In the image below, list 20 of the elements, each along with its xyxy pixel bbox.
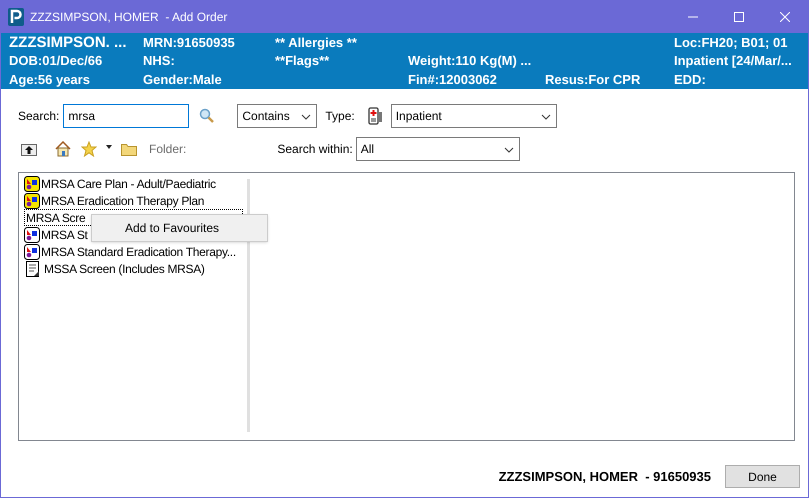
encounter-text: Inpatient [24/Mar/... [674,52,793,70]
window-title: ZZZSIMPSON, HOMER - Add Order [30,8,228,26]
edd-text: EDD: [674,71,707,89]
fin-text: Fin#:12003062 [408,71,498,89]
footer-patient-text: ZZZSIMPSON, HOMER - 91650935 [498,468,711,486]
folder-label: Folder: [149,141,186,158]
type-label: Type: [325,108,355,125]
age-text: Age:56 years [9,71,91,89]
weight-text: Weight:110 Kg(M) ... [408,52,532,70]
nhs-text: NHS: [143,52,176,70]
allergies-text: ** Allergies ** [275,34,358,52]
gender-text: Gender:Male [143,71,223,89]
patient-name: ZZZSIMPSON. ... [9,34,128,52]
dob-text: DOB:01/Dec/66 [9,52,104,70]
search-within-label: Search within: [277,141,353,158]
resus-text: Resus:For CPR [545,71,642,89]
search-label: Search: [18,108,60,125]
location-text: Loc:FH20; B01; 01 [674,34,788,52]
mrn-text: MRN:91650935 [143,34,236,52]
flags-text: **Flags** [275,52,330,70]
